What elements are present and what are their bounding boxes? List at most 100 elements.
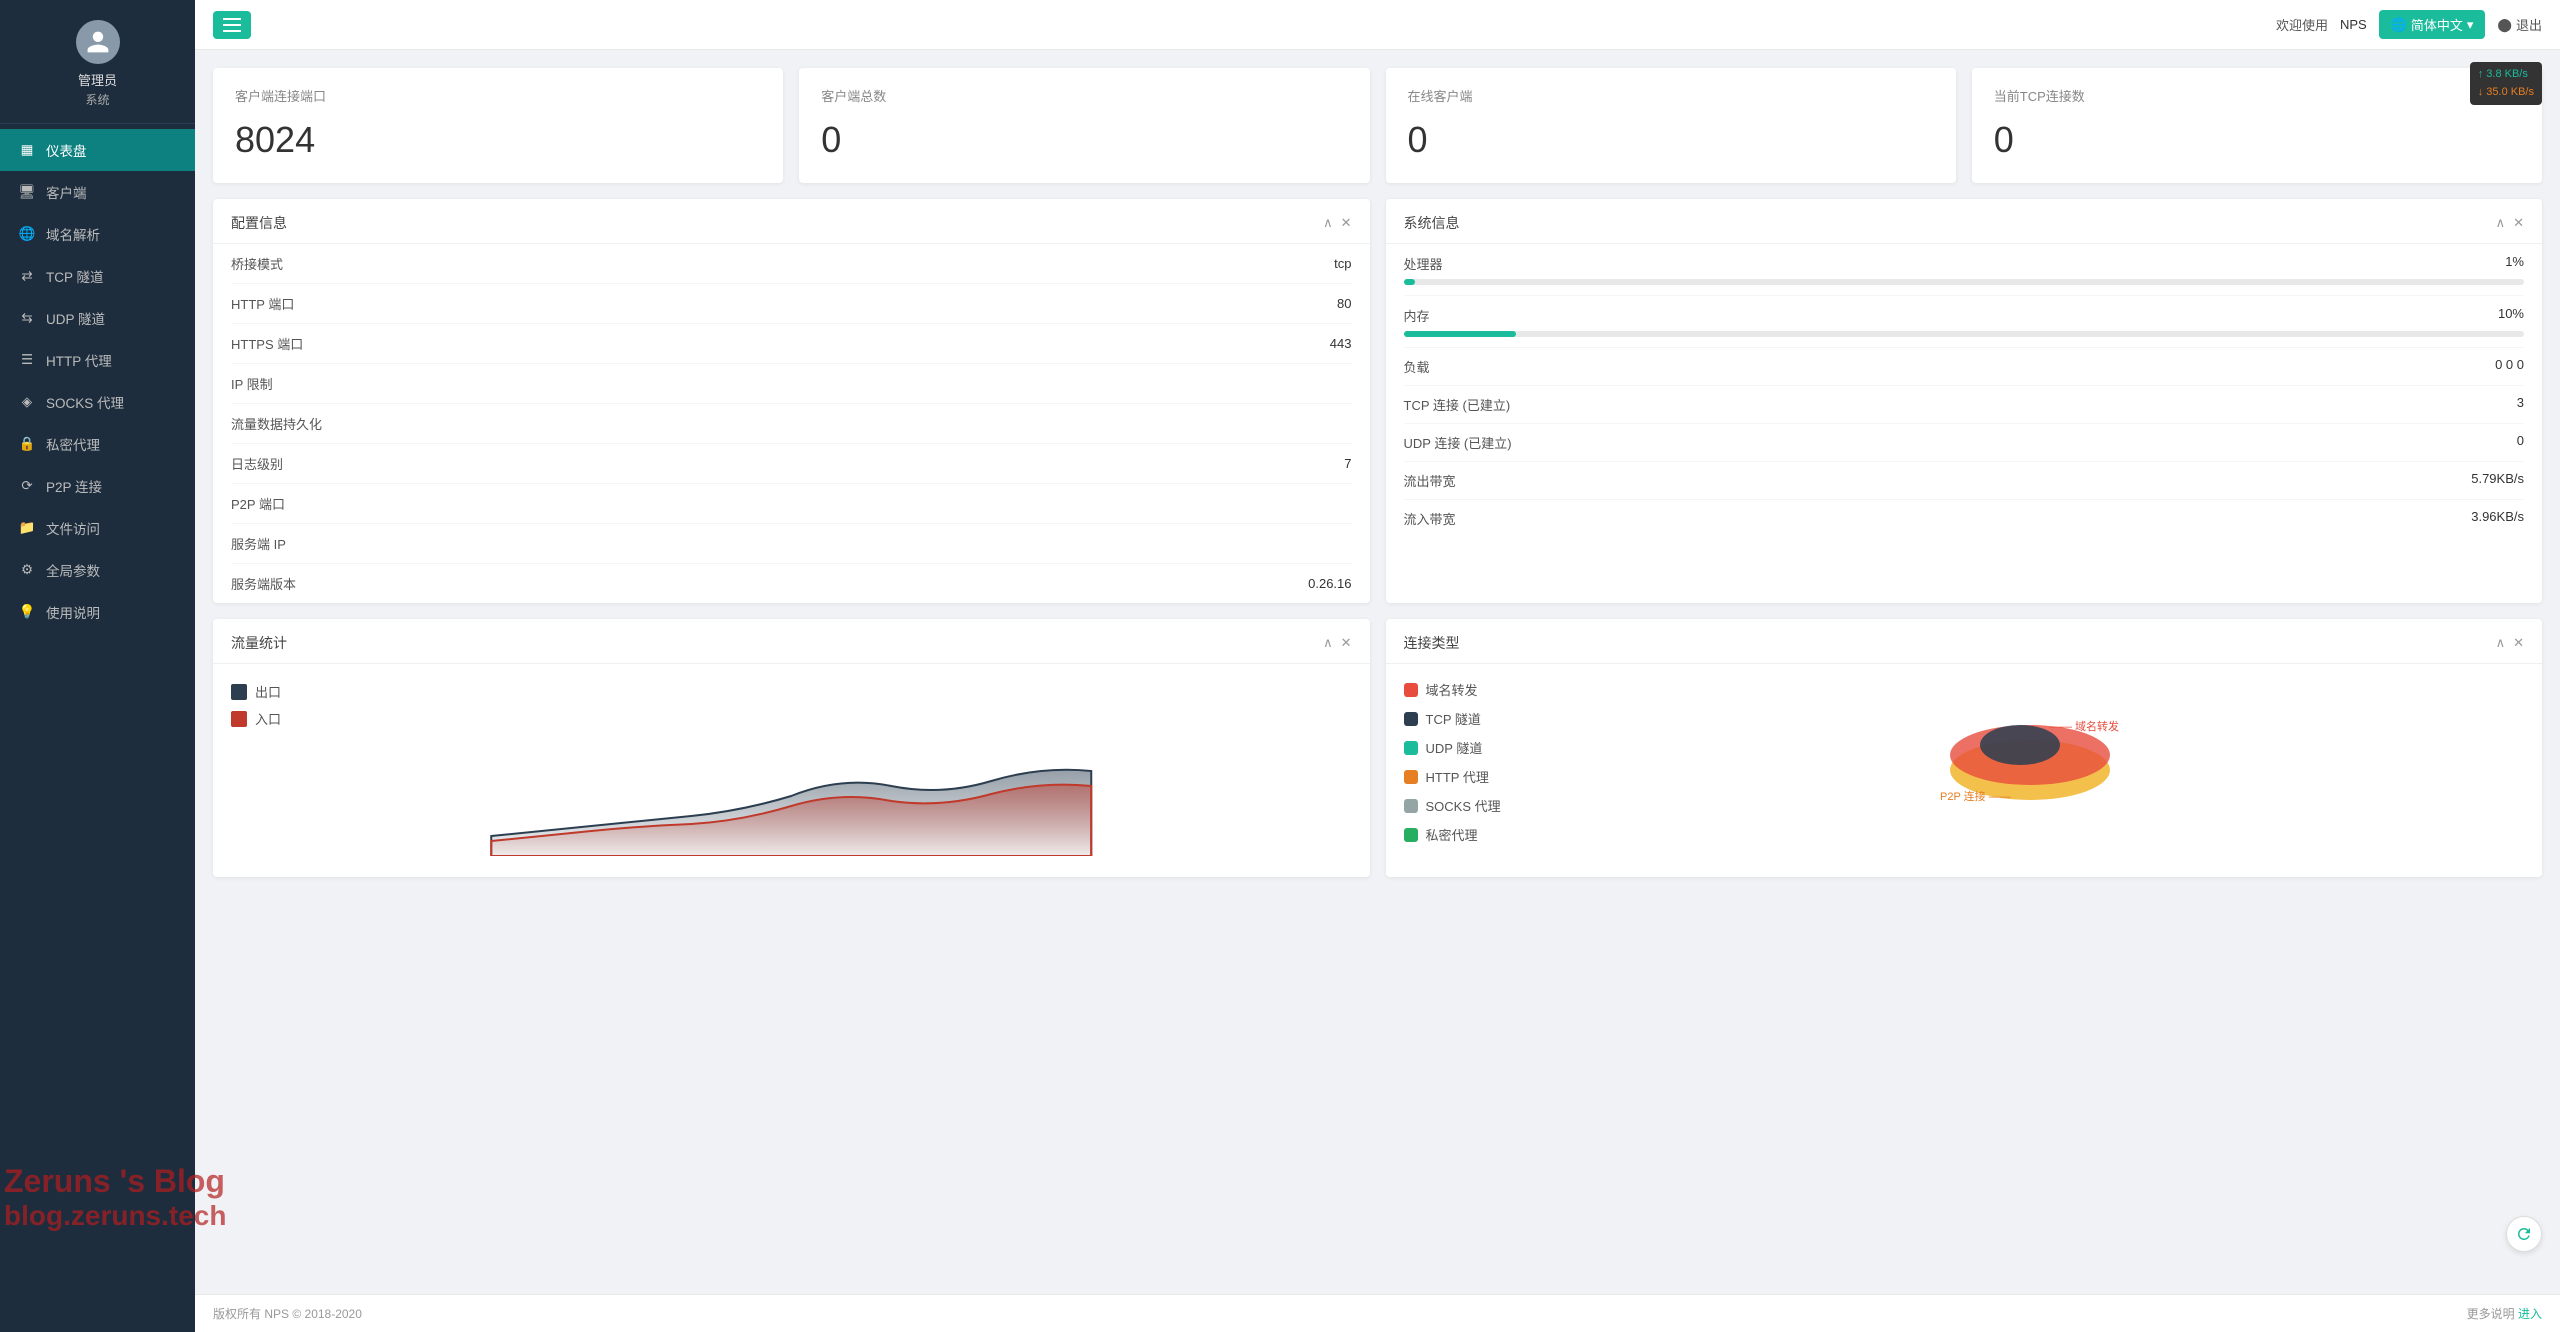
sidebar-item-docs[interactable]: 💡 使用说明 — [0, 591, 195, 633]
sidebar-item-clients[interactable]: 🖥客户端 — [0, 171, 195, 213]
mem-pct: 10% — [2498, 306, 2524, 325]
config-key-4: 流量数据持久化 — [231, 414, 322, 433]
stat-card-1: 客户端总数0 — [799, 68, 1369, 183]
tcp-conn-value: 3 — [2517, 395, 2524, 414]
logout-button[interactable]: ⬤ 退出 — [2497, 15, 2542, 34]
sidebar-item-label-dashboard: 仪表盘 — [46, 140, 87, 160]
cpu-progress-bg — [1404, 279, 2525, 285]
sidebar-item-label-dns: 域名解析 — [46, 224, 100, 244]
conn-close-button[interactable]: ✕ — [2513, 635, 2524, 651]
config-row-6: P2P 端口 — [231, 484, 1352, 524]
clients-icon: 🖥 — [18, 184, 36, 200]
traffic-panel-controls: ∧ ✕ — [1323, 635, 1351, 651]
p2p-icon: ⟳ — [18, 478, 36, 494]
conn-legend-item-3: HTTP 代理 — [1404, 767, 1501, 786]
footer-copyright: 版权所有 NPS © 2018-2020 — [213, 1305, 362, 1322]
sidebar-item-label-file: 文件访问 — [46, 518, 100, 538]
stats-row: 客户端连接端口8024客户端总数0在线客户端0当前TCP连接数0 — [213, 68, 2542, 183]
conn-legend-item-2: UDP 隧道 — [1404, 738, 1501, 757]
config-val-1: 80 — [1337, 296, 1351, 311]
footer-enter-link[interactable]: 进入 — [2518, 1307, 2542, 1321]
config-sysinfo-row: 配置信息 ∧ ✕ 桥接模式tcpHTTP 端口80HTTPS 端口443IP 限… — [213, 199, 2542, 603]
conn-collapse-button[interactable]: ∧ — [2496, 635, 2506, 651]
outbound-value: 5.79KB/s — [2471, 471, 2524, 490]
sidebar-item-p2p[interactable]: ⟳P2P 连接 — [0, 465, 195, 507]
conn-label-3: HTTP 代理 — [1426, 767, 1489, 786]
connection-panel-header: 连接类型 ∧ ✕ — [1386, 619, 2543, 664]
udp-conn-value: 0 — [2517, 433, 2524, 452]
sidebar-item-http[interactable]: ☰HTTP 代理 — [0, 339, 195, 381]
sidebar-item-global[interactable]: ⚙全局参数 — [0, 549, 195, 591]
connection-panel-body: 域名转发 TCP 隧道 UDP 隧道 HTTP 代理 SOCKS 代理私密代理 P2P … — [1386, 664, 2543, 870]
load-label: 负载 — [1404, 357, 1430, 376]
sidebar-user: 管理员 系统 — [0, 0, 195, 124]
mem-row: 内存 10% — [1404, 296, 2525, 348]
conn-legend-item-4: SOCKS 代理 — [1404, 796, 1501, 815]
refresh-float-button[interactable] — [2506, 1216, 2542, 1252]
config-key-7: 服务端 IP — [231, 534, 286, 553]
config-val-5: 7 — [1344, 456, 1351, 471]
sidebar-item-dashboard[interactable]: ▦ 仪表盘 — [0, 129, 195, 171]
mem-progress-fill — [1404, 331, 1516, 337]
config-row-5: 日志级别7 — [231, 444, 1352, 484]
outbound-row: 流出带宽 5.79KB/s — [1404, 462, 2525, 500]
config-row-4: 流量数据持久化 — [231, 404, 1352, 444]
conn-label-0: 域名转发 — [1426, 680, 1478, 699]
stat-label-1: 客户端总数 — [821, 86, 1347, 105]
lang-button[interactable]: 🌐 简体中文 ▾ — [2379, 10, 2486, 39]
config-row-1: HTTP 端口80 — [231, 284, 1352, 324]
legend-in-color — [231, 711, 247, 727]
inbound-row: 流入带宽 3.96KB/s — [1404, 500, 2525, 537]
dashboard-icon: ▦ — [18, 142, 36, 158]
traffic-collapse-button[interactable]: ∧ — [1323, 635, 1333, 651]
connection-legend: 域名转发 TCP 隧道 UDP 隧道 HTTP 代理 SOCKS 代理私密代理 — [1386, 664, 1519, 870]
sysinfo-close-button[interactable]: ✕ — [2513, 215, 2524, 231]
sidebar-item-udp[interactable]: ⇆UDP 隧道 — [0, 297, 195, 339]
sysinfo-panel-title: 系统信息 — [1404, 213, 1460, 233]
sidebar-item-private[interactable]: 🔒私密代理 — [0, 423, 195, 465]
traffic-close-button[interactable]: ✕ — [1341, 635, 1352, 651]
cpu-progress-fill — [1404, 279, 1415, 285]
traffic-legend-in: 入口 — [231, 709, 1352, 728]
cpu-pct: 1% — [2505, 254, 2524, 273]
hamburger-line1 — [223, 18, 241, 20]
traffic-panel-body: 出口 入口 — [213, 664, 1370, 877]
logout-icon: ⬤ — [2497, 17, 2512, 33]
sidebar-username: 管理员 — [78, 70, 117, 89]
stat-value-3: 0 — [1994, 119, 2520, 161]
footer: 版权所有 NPS © 2018-2020 更多说明 进入 — [195, 1294, 2560, 1332]
tcp-conn-row: TCP 连接 (已建立) 3 — [1404, 386, 2525, 424]
load-row: 负载 0 0 0 — [1404, 348, 2525, 386]
sidebar-item-socks[interactable]: ◈SOCKS 代理 — [0, 381, 195, 423]
sysinfo-collapse-button[interactable]: ∧ — [2496, 215, 2506, 231]
config-collapse-button[interactable]: ∧ — [1323, 215, 1333, 231]
sysinfo-panel: 系统信息 ∧ ✕ 处理器 1% — [1386, 199, 2543, 603]
sidebar-item-tcp[interactable]: ⇄TCP 隧道 — [0, 255, 195, 297]
config-key-2: HTTPS 端口 — [231, 334, 303, 353]
conn-legend-item-5: 私密代理 — [1404, 825, 1501, 844]
conn-label-5: 私密代理 — [1426, 825, 1478, 844]
svg-text:P2P 连接 ——: P2P 连接 —— — [1940, 790, 2011, 803]
docs-icon: 💡 — [18, 604, 36, 620]
sidebar-item-label-docs: 使用说明 — [46, 602, 100, 622]
topbar: 欢迎使用 NPS 🌐 简体中文 ▾ ⬤ 退出 — [195, 0, 2560, 50]
svg-text:—— 域名转发: —— 域名转发 — [2050, 719, 2119, 733]
menu-toggle-button[interactable] — [213, 11, 251, 39]
connection-panel-controls: ∧ ✕ — [2496, 635, 2524, 651]
config-close-button[interactable]: ✕ — [1341, 215, 1352, 231]
connection-type-panel: 连接类型 ∧ ✕ 域名转发 TCP 隧道 UDP 隧道 HTTP 代理 SOCKS 代理… — [1386, 619, 2543, 877]
stat-label-0: 客户端连接端口 — [235, 86, 761, 105]
config-row-0: 桥接模式tcp — [231, 244, 1352, 284]
private-icon: 🔒 — [18, 436, 36, 452]
stat-card-3: 当前TCP连接数0 — [1972, 68, 2542, 183]
global-icon: ⚙ — [18, 562, 36, 578]
sidebar-item-file[interactable]: 📁 文件访问 — [0, 507, 195, 549]
conn-label-4: SOCKS 代理 — [1426, 796, 1501, 815]
conn-dot-4 — [1404, 799, 1418, 813]
conn-legend-item-1: TCP 隧道 — [1404, 709, 1501, 728]
sidebar-item-label-udp: UDP 隧道 — [46, 308, 105, 328]
config-panel-body: 桥接模式tcpHTTP 端口80HTTPS 端口443IP 限制流量数据持久化日… — [213, 244, 1370, 603]
sidebar-item-dns[interactable]: 🌐域名解析 — [0, 213, 195, 255]
tcp-icon: ⇄ — [18, 268, 36, 284]
file-icon: 📁 — [18, 520, 36, 536]
